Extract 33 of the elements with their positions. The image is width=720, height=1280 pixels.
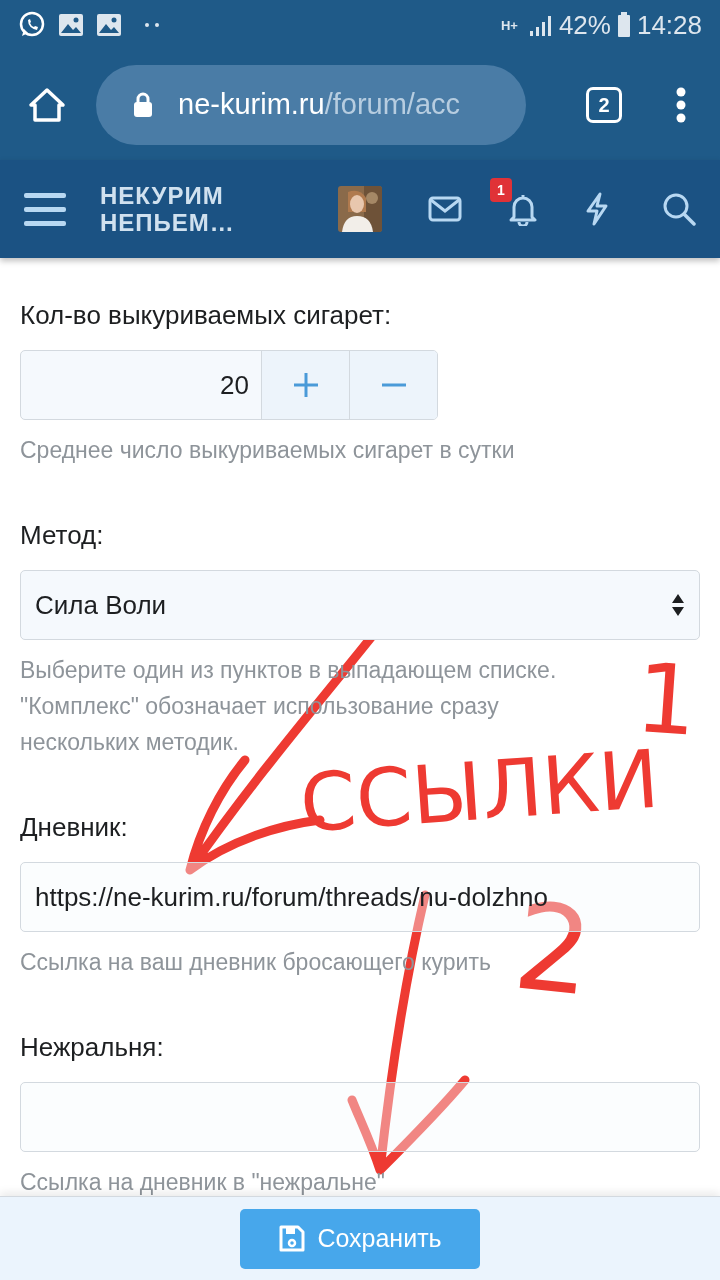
- number-stepper[interactable]: 20: [20, 350, 438, 420]
- sort-arrows-icon: [671, 593, 685, 617]
- number-input[interactable]: 20: [21, 351, 261, 419]
- address-bar[interactable]: ne-kurim.ru/forum/acc: [96, 65, 526, 145]
- plus-icon: [292, 372, 319, 398]
- home-icon[interactable]: [28, 87, 66, 123]
- more-options-icon[interactable]: [676, 87, 686, 123]
- field-label: Кол-во выкуриваемых сигарет:: [20, 299, 393, 332]
- field-label: Нежральня:: [20, 1031, 165, 1064]
- search-icon[interactable]: [662, 192, 696, 226]
- lightning-icon[interactable]: [584, 192, 610, 226]
- more-notifications-icon: [144, 22, 160, 28]
- minus-icon: [380, 383, 407, 387]
- url-text: ne-kurim.ru/forum/acc: [178, 87, 461, 123]
- clock: 14:28: [636, 8, 702, 42]
- field-label: Метод:: [20, 519, 105, 552]
- image-icon: [58, 13, 84, 37]
- whatsapp-icon: [18, 11, 46, 39]
- image-icon: [96, 13, 122, 37]
- text-input[interactable]: [20, 1082, 700, 1152]
- battery-icon: [616, 12, 631, 38]
- network-type: H+: [500, 18, 519, 32]
- field-hint: Среднее число выкуриваемых сигарет в сутки: [20, 436, 515, 465]
- envelope-icon[interactable]: [428, 196, 462, 222]
- lock-icon: [132, 92, 154, 118]
- battery-percent: 42%: [558, 8, 611, 42]
- field-hint: Ссылка на дневник в "нежральне": [20, 1168, 385, 1196]
- tab-count-button[interactable]: 2: [586, 87, 622, 123]
- menu-icon[interactable]: [24, 192, 66, 226]
- site-logo[interactable]: НЕКУРИМ НЕПЬЕМ…: [100, 182, 235, 236]
- select-field[interactable]: Сила Воли: [20, 570, 700, 640]
- notification-badge: 1: [490, 178, 512, 202]
- field-label: Дневник:: [20, 811, 129, 844]
